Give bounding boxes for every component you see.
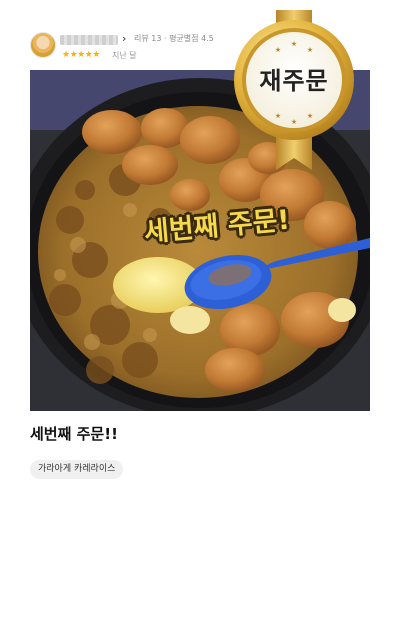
badge-label: 재주문 <box>259 67 329 95</box>
avatar[interactable] <box>30 32 56 58</box>
reviewer-name-blurred[interactable] <box>60 35 118 45</box>
svg-text:★: ★ <box>275 46 281 54</box>
svg-text:★: ★ <box>307 112 313 120</box>
reviewer-meta: 리뷰 13 · 평균별점 4.5 <box>134 34 214 43</box>
chevron-right-icon[interactable]: › <box>122 32 126 46</box>
reorder-badge: ★ ★ ★ ★ ★ ★ 재주문 <box>232 10 356 170</box>
rating-stars: ★★★★★ <box>62 50 100 60</box>
menu-tag[interactable]: 가라아게 카레라이스 <box>30 460 124 479</box>
review-time: 지난 달 <box>112 51 137 60</box>
review-title: 세번째 주문!! <box>30 425 118 443</box>
svg-text:★: ★ <box>291 118 297 126</box>
svg-text:★: ★ <box>275 112 281 120</box>
svg-text:★: ★ <box>307 46 313 54</box>
svg-text:★: ★ <box>291 40 297 48</box>
